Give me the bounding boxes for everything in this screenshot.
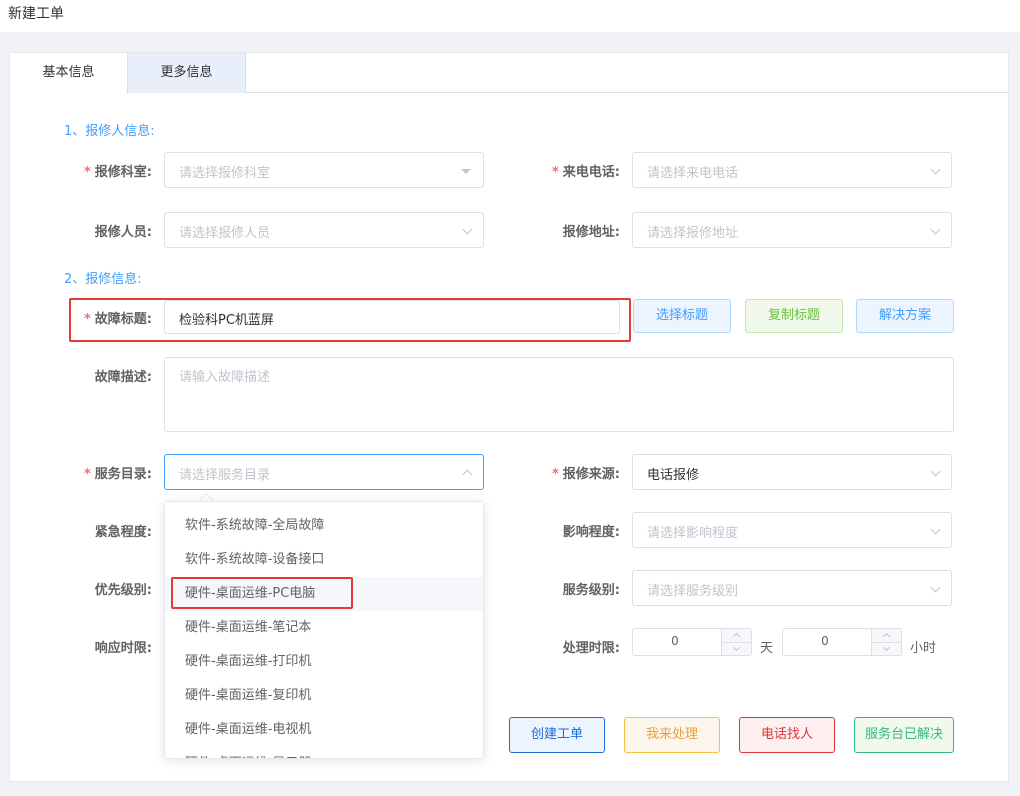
required-mark: * <box>83 467 91 482</box>
section-reporter-title: 1、报修人信息: <box>64 124 155 139</box>
phone-placeholder: 请选择来电电话 <box>647 166 739 181</box>
dropdown-option[interactable]: 软件-系统故障-设备接口 <box>165 543 483 577</box>
hours-value: 0 <box>821 634 829 648</box>
service-desk-resolved-button[interactable]: 服务台已解决 <box>854 717 954 753</box>
fault-title-input[interactable]: 检验科PC机蓝屏 <box>164 300 620 334</box>
service-level-select[interactable]: 请选择服务级别 <box>632 570 952 606</box>
chevron-down-icon <box>930 582 941 593</box>
dropdown-option[interactable]: 硬件-桌面运维-显示器 <box>165 747 483 758</box>
chevron-down-icon <box>930 524 941 535</box>
handle-myself-button[interactable]: 我来处理 <box>624 717 720 753</box>
source-value: 电话报修 <box>647 468 700 483</box>
impact-select[interactable]: 请选择影响程度 <box>632 512 952 548</box>
catalog-label: * 服务目录: <box>83 467 152 482</box>
copy-title-button[interactable]: 复制标题 <box>745 299 843 333</box>
section-repair-title: 2、报修信息: <box>64 272 142 287</box>
create-ticket-button[interactable]: 创建工单 <box>509 717 605 753</box>
service-level-placeholder: 请选择服务级别 <box>647 584 739 599</box>
call-person-button[interactable]: 电话找人 <box>739 717 835 753</box>
caret-down-icon <box>461 169 471 174</box>
catalog-select[interactable]: 请选择服务目录 <box>164 454 484 490</box>
priority-label: 优先级别: <box>94 583 152 598</box>
required-mark: * <box>83 312 91 327</box>
chevron-down-icon <box>930 466 941 477</box>
phone-label: * 来电电话: <box>551 165 620 180</box>
process-days-stepper[interactable]: 0 <box>632 628 752 656</box>
chevron-down-icon <box>462 224 473 235</box>
dept-label: * 报修科室: <box>83 165 152 180</box>
address-select[interactable]: 请选择报修地址 <box>632 212 952 248</box>
response-label: 响应时限: <box>94 641 152 656</box>
chevron-down-icon <box>882 643 891 652</box>
source-select[interactable]: 电话报修 <box>632 454 952 490</box>
person-placeholder: 请选择报修人员 <box>179 226 271 241</box>
page-title: 新建工单 <box>8 6 64 22</box>
chevron-up-icon <box>462 469 473 480</box>
select-title-button[interactable]: 选择标题 <box>633 299 731 333</box>
phone-select[interactable]: 请选择来电电话 <box>632 152 952 188</box>
divider <box>722 642 752 643</box>
fault-desc-textarea[interactable]: 请输入故障描述 <box>164 357 954 432</box>
required-mark: * <box>83 165 91 180</box>
process-label: 处理时限: <box>562 641 620 656</box>
days-unit: 天 <box>760 641 774 656</box>
dept-placeholder: 请选择报修科室 <box>179 166 271 181</box>
tab-more-info[interactable]: 更多信息 <box>128 53 246 93</box>
hours-unit: 小时 <box>910 641 937 656</box>
top-bar: 新建工单 <box>0 0 1020 32</box>
chevron-up-icon <box>882 632 891 641</box>
catalog-dropdown: 软件-系统故障-全局故障 软件-系统故障-设备接口 硬件-桌面运维-PC电脑 硬… <box>164 501 484 759</box>
dropdown-option[interactable]: 硬件-桌面运维-打印机 <box>165 645 483 679</box>
dropdown-option[interactable]: 硬件-桌面运维-电视机 <box>165 713 483 747</box>
required-mark: * <box>551 467 559 482</box>
required-mark: * <box>551 165 559 180</box>
fault-title-value: 检验科PC机蓝屏 <box>179 313 274 328</box>
tab-basic-info[interactable]: 基本信息 <box>10 53 128 94</box>
person-label: 报修人员: <box>94 225 152 240</box>
dropdown-option[interactable]: 软件-系统故障-全局故障 <box>165 509 483 543</box>
tab-bar: 基本信息 更多信息 <box>10 53 1008 94</box>
address-placeholder: 请选择报修地址 <box>647 226 739 241</box>
catalog-placeholder: 请选择服务目录 <box>179 468 271 483</box>
service-level-label: 服务级别: <box>562 583 620 598</box>
person-select[interactable]: 请选择报修人员 <box>164 212 484 248</box>
dropdown-option[interactable]: 硬件-桌面运维-复印机 <box>165 679 483 713</box>
address-label: 报修地址: <box>562 225 620 240</box>
days-value: 0 <box>671 634 679 648</box>
chevron-down-icon <box>930 164 941 175</box>
stepper-controls[interactable] <box>871 629 902 655</box>
impact-label: 影响程度: <box>562 525 620 540</box>
fault-desc-placeholder: 请输入故障描述 <box>179 370 271 385</box>
chevron-down-icon <box>930 224 941 235</box>
highlight-box <box>171 577 353 609</box>
urgency-label: 紧急程度: <box>94 525 152 540</box>
stepper-controls[interactable] <box>721 629 752 655</box>
dept-select[interactable]: 请选择报修科室 <box>164 152 484 188</box>
source-label: * 报修来源: <box>551 467 620 482</box>
chevron-down-icon <box>732 643 741 652</box>
process-hours-stepper[interactable]: 0 <box>782 628 902 656</box>
impact-placeholder: 请选择影响程度 <box>647 526 739 541</box>
dropdown-option[interactable]: 硬件-桌面运维-笔记本 <box>165 611 483 645</box>
solution-button[interactable]: 解决方案 <box>856 299 954 333</box>
divider <box>872 642 902 643</box>
chevron-up-icon <box>732 632 741 641</box>
fault-title-label: * 故障标题: <box>83 312 152 327</box>
fault-desc-label: 故障描述: <box>94 370 152 385</box>
